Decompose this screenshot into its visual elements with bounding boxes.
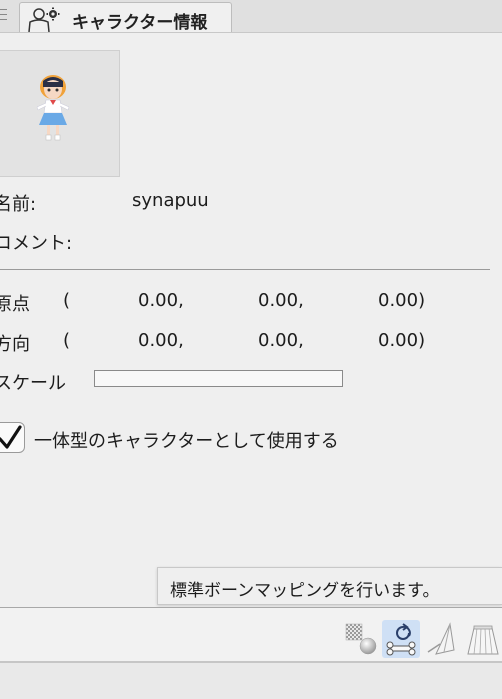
- character-info-panel: 名前: synapuu コメント: 原点 ( 0.00, 0.00, 0.00)…: [0, 33, 502, 699]
- origin-x[interactable]: 0.00,: [138, 290, 184, 311]
- origin-paren: (: [63, 290, 71, 311]
- name-label: 名前:: [0, 194, 37, 215]
- origin-label: 原点: [0, 294, 30, 315]
- comment-label: コメント:: [0, 233, 73, 254]
- direction-y[interactable]: 0.00,: [258, 330, 304, 351]
- origin-y[interactable]: 0.00,: [258, 290, 304, 311]
- integrated-character-label: 一体型のキャラクターとして使用する: [34, 431, 339, 452]
- bottom-toolbar: [0, 608, 502, 663]
- direction-paren: (: [63, 330, 71, 351]
- bone-mapping-refresh-icon[interactable]: [382, 620, 420, 658]
- tab-character-info[interactable]: キャラクター情報: [19, 2, 232, 33]
- status-bar: [0, 663, 502, 699]
- character-figure-icon: [36, 75, 70, 141]
- tab-title: キャラクター情報: [72, 13, 208, 33]
- direction-z[interactable]: 0.00): [378, 330, 425, 351]
- tab-bar: キャラクター情報: [0, 0, 502, 33]
- name-value[interactable]: synapuu: [132, 190, 209, 211]
- direction-x[interactable]: 0.00,: [138, 330, 184, 351]
- texture-sphere-icon[interactable]: [342, 620, 380, 658]
- tooltip: 標準ボーンマッピングを行います。: [157, 567, 502, 605]
- integrated-character-checkbox[interactable]: [0, 422, 25, 453]
- scale-label: スケール: [0, 373, 66, 394]
- skirt-icon[interactable]: [464, 620, 502, 658]
- scale-slider[interactable]: [94, 370, 343, 387]
- panel-menu-icon[interactable]: [0, 6, 12, 24]
- character-settings-icon: [27, 6, 67, 33]
- direction-label: 方向: [0, 334, 30, 355]
- checkmark-icon: [0, 425, 22, 449]
- tooltip-text: 標準ボーンマッピングを行います。: [170, 581, 440, 601]
- pose-icon[interactable]: [424, 620, 462, 658]
- section-divider: [0, 269, 490, 270]
- origin-z[interactable]: 0.00): [378, 290, 425, 311]
- character-thumbnail: [0, 50, 120, 177]
